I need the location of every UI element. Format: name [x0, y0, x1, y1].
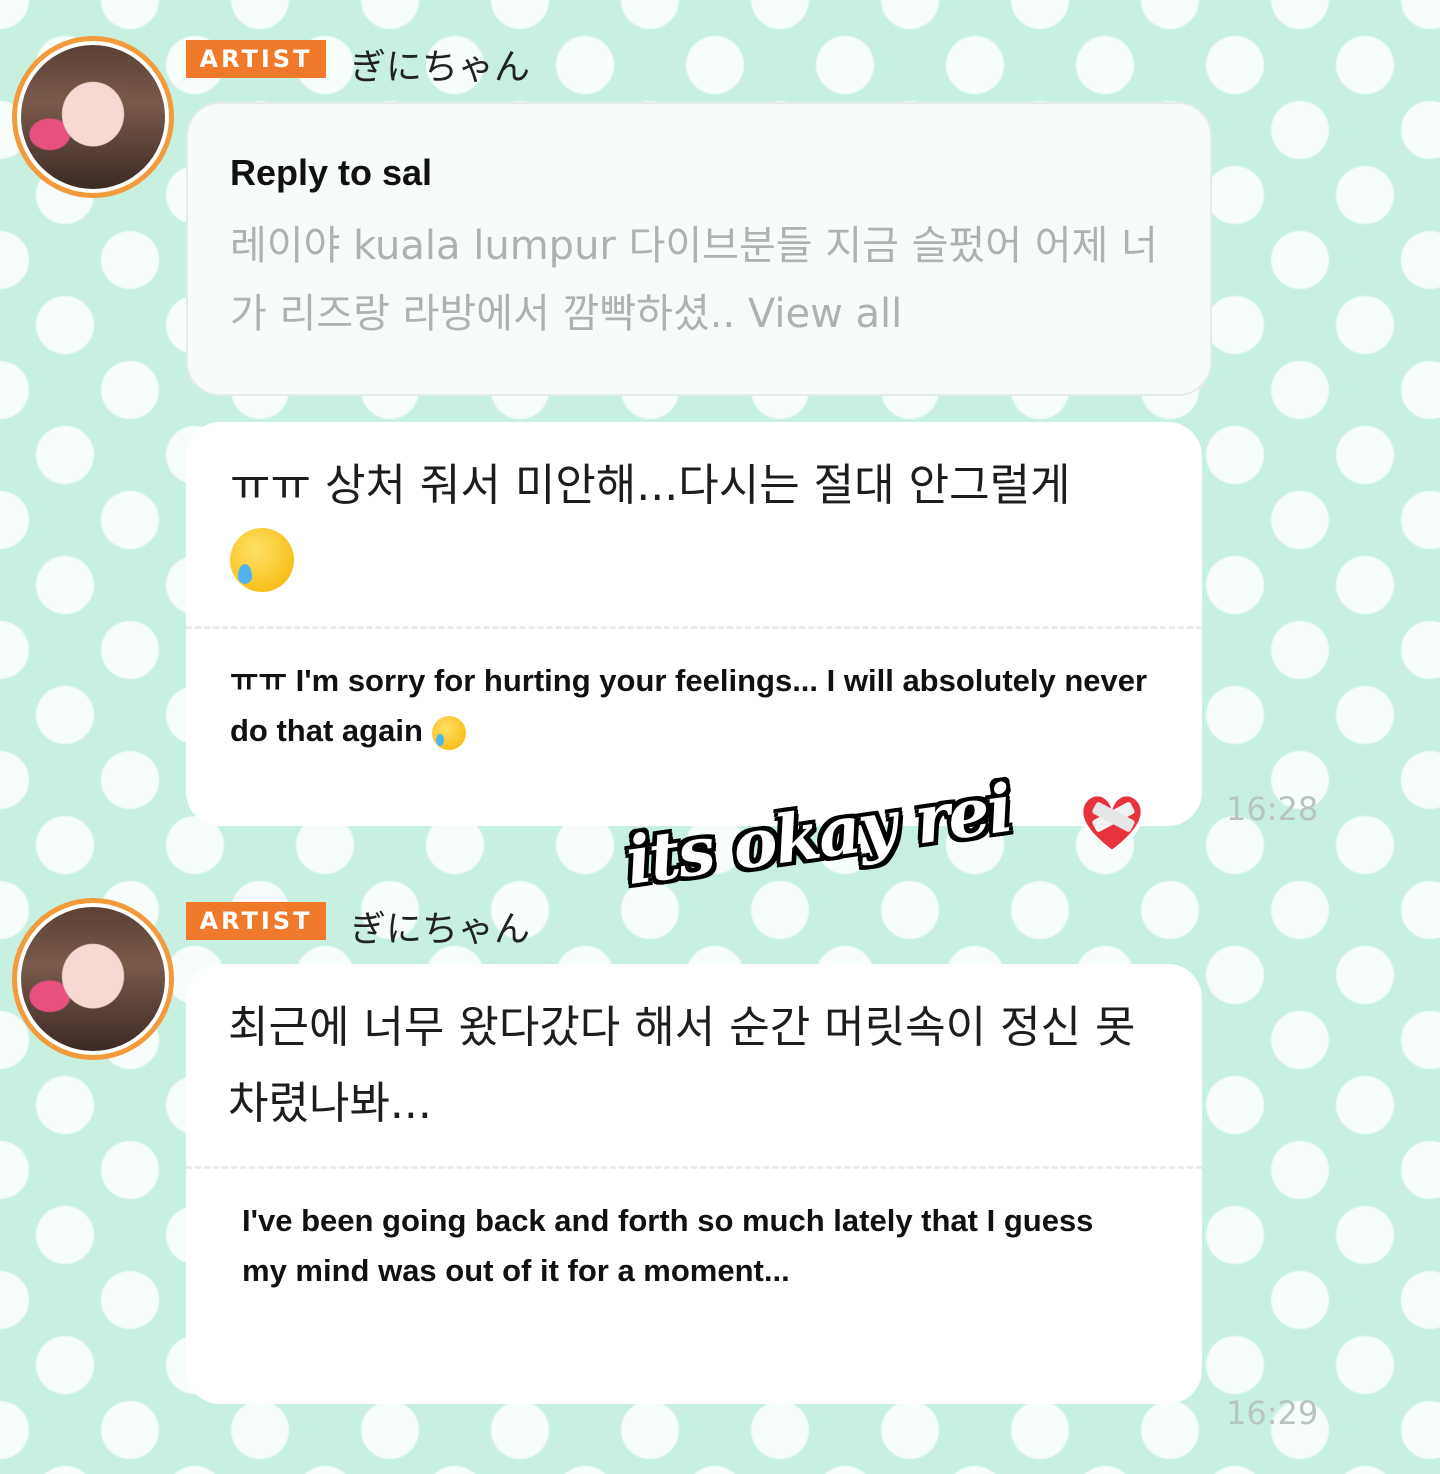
message-text-korean: ㅠㅠ 상처 줘서 미안해...다시는 절대 안그럴게: [230, 460, 1071, 511]
timestamp: 16:29: [1226, 1394, 1319, 1432]
message-text-korean: 최근에 너무 왔다갔다 해서 순간 머릿속이 정신 못 차렸나봐...: [228, 1002, 1136, 1129]
message-translation: ㅠㅠ I'm sorry for hurting your feelings..…: [230, 656, 1170, 756]
reply-body: 레이야 kuala lumpur 다이브분들 지금 슬펐어 어제 너가 리즈랑 …: [230, 223, 1158, 337]
timestamp: 16:28: [1226, 790, 1319, 828]
crying-face-icon: [230, 528, 294, 592]
artist-avatar[interactable]: [12, 898, 174, 1060]
artist-name: ぎにちゃん: [350, 47, 531, 88]
divider: [186, 626, 1202, 629]
crying-face-icon: [431, 715, 466, 750]
avatar-photo: [21, 907, 165, 1051]
message-bubble: ㅠㅠ 상처 줘서 미안해...다시는 절대 안그럴게 ㅠㅠ I'm sorry …: [186, 422, 1202, 826]
artist-avatar[interactable]: [12, 36, 174, 198]
reply-title: Reply to sal: [230, 152, 433, 193]
mending-heart-icon: [1079, 792, 1145, 855]
divider: [186, 1166, 1202, 1169]
message-translation: I've been going back and forth so much l…: [242, 1203, 1094, 1288]
artist-badge: ARTIST: [186, 902, 326, 940]
avatar-photo: [21, 45, 165, 189]
reply-quote[interactable]: Reply to sal 레이야 kuala lumpur 다이브분들 지금 슬…: [186, 102, 1212, 396]
artist-name: ぎにちゃん: [350, 909, 531, 950]
translation-text: ㅠㅠ I'm sorry for hurting your feelings..…: [230, 663, 1148, 748]
artist-badge: ARTIST: [186, 40, 326, 78]
message-bubble: 최근에 너무 왔다갔다 해서 순간 머릿속이 정신 못 차렸나봐... I've…: [186, 964, 1202, 1404]
